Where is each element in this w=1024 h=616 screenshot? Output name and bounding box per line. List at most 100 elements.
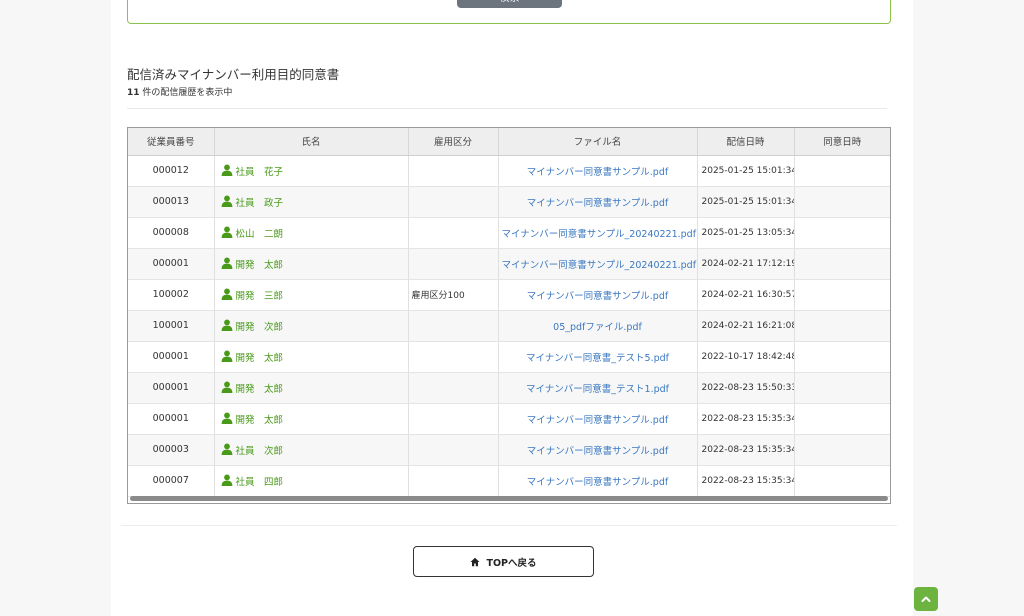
- employee-name-link[interactable]: 松山 二朗: [214, 217, 409, 249]
- agreed-at-cell: [794, 217, 890, 249]
- agreed-at-cell: [794, 248, 890, 280]
- employee-name: 社員 花子: [235, 166, 284, 178]
- employee-name-link[interactable]: 社員 四郎: [214, 465, 409, 497]
- column-header-employment-type[interactable]: 雇用区分: [408, 128, 499, 156]
- back-to-top-button[interactable]: TOPへ戻る: [413, 546, 594, 577]
- employee-id-cell: 000001: [128, 403, 215, 435]
- employee-name-link[interactable]: 開発 太郎: [214, 403, 409, 435]
- person-icon: [221, 226, 232, 238]
- employee-id-cell: 000001: [128, 372, 215, 404]
- column-header-employee-id[interactable]: 従業員番号: [128, 128, 215, 156]
- agreed-at-cell: [794, 465, 890, 497]
- employee-name-link[interactable]: 開発 太郎: [214, 341, 409, 373]
- person-icon: [221, 381, 232, 393]
- person-icon: [221, 443, 232, 455]
- table-row: 000012 社員 花子 マイナンバー同意書サンプル.pdf 2025-01-25 1…: [128, 155, 890, 187]
- column-header-file-name[interactable]: ファイル名: [498, 128, 698, 156]
- employee-name-link[interactable]: 社員 次郎: [214, 434, 409, 466]
- divider: [127, 108, 887, 109]
- employment-type-cell: [408, 155, 499, 187]
- table-row: 000001 開発 太郎 マイナンバー同意書_テスト5.pdf 2022-10-17 …: [128, 341, 890, 373]
- employee-id-cell: 000012: [128, 155, 215, 187]
- file-link[interactable]: マイナンバー同意書サンプル.pdf: [498, 403, 698, 435]
- history-count-number: 11: [127, 88, 140, 98]
- agreed-at-cell: [794, 279, 890, 311]
- table-row: 000001 開発 太郎 マイナンバー同意書_テスト1.pdf 2022-08-23 …: [128, 372, 890, 404]
- employment-type-cell: [408, 248, 499, 280]
- employee-name: 開発 三郎: [235, 290, 284, 302]
- agreed-at-cell: [794, 186, 890, 218]
- column-header-agreed-at[interactable]: 同意日時: [794, 128, 890, 156]
- employee-name: 開発 太郎: [235, 414, 284, 426]
- employee-name-link[interactable]: 開発 太郎: [214, 372, 409, 404]
- horizontal-scrollbar[interactable]: [130, 496, 888, 501]
- sent-at-cell: 2024-02-21 16:30:57: [697, 279, 795, 311]
- person-icon: [221, 350, 232, 362]
- employment-type-cell: [408, 186, 499, 218]
- file-link[interactable]: 05_pdfファイル.pdf: [498, 310, 698, 342]
- table-row: 100001 開発 次郎 05_pdfファイル.pdf 2024-02-21 16:2…: [128, 310, 890, 342]
- search-button[interactable]: 検索: [457, 0, 562, 8]
- employee-id-cell: 000003: [128, 434, 215, 466]
- agreed-at-cell: [794, 310, 890, 342]
- sent-at-cell: 2024-02-21 17:12:19: [697, 248, 795, 280]
- employee-id-cell: 100002: [128, 279, 215, 311]
- search-button-label: 検索: [500, 0, 520, 4]
- sent-at-cell: 2022-08-23 15:50:33: [697, 372, 795, 404]
- divider: [121, 525, 897, 526]
- column-header-name[interactable]: 氏名: [214, 128, 409, 156]
- employee-name-link[interactable]: 開発 次郎: [214, 310, 409, 342]
- employee-name: 社員 次郎: [235, 445, 284, 457]
- employee-name-link[interactable]: 開発 三郎: [214, 279, 409, 311]
- sent-at-cell: 2025-01-25 13:05:34: [697, 217, 795, 249]
- employee-name-link[interactable]: 社員 政子: [214, 186, 409, 218]
- employee-name: 社員 政子: [235, 197, 284, 209]
- table-row: 000001 開発 太郎 マイナンバー同意書サンプル_20240221.pdf 202…: [128, 248, 890, 280]
- employment-type-cell: 雇用区分100: [408, 279, 499, 311]
- employee-name: 開発 次郎: [235, 321, 284, 333]
- chevron-up-icon: [921, 596, 931, 602]
- history-count: 11 件の配信履歴を表示中: [127, 85, 232, 98]
- file-link[interactable]: マイナンバー同意書_テスト1.pdf: [498, 372, 698, 404]
- person-icon: [221, 164, 232, 176]
- table-header-row: 従業員番号 氏名 雇用区分 ファイル名 配信日時 同意日時: [128, 128, 890, 156]
- employee-name-link[interactable]: 開発 太郎: [214, 248, 409, 280]
- column-header-sent-at[interactable]: 配信日時: [697, 128, 795, 156]
- back-to-top-label: TOPへ戻る: [486, 557, 537, 569]
- home-icon: [470, 557, 480, 566]
- file-link[interactable]: マイナンバー同意書サンプル.pdf: [498, 279, 698, 311]
- employee-name: 開発 太郎: [235, 259, 284, 271]
- file-link[interactable]: マイナンバー同意書サンプル_20240221.pdf: [498, 248, 698, 280]
- employment-type-cell: [408, 465, 499, 497]
- table-row: 100002 開発 三郎 雇用区分100 マイナンバー同意書サンプル.pdf 2024-…: [128, 279, 890, 311]
- history-count-text: 件の配信履歴を表示中: [139, 88, 233, 98]
- employee-id-cell: 000007: [128, 465, 215, 497]
- person-icon: [221, 412, 232, 424]
- agreed-at-cell: [794, 341, 890, 373]
- employee-name: 開発 太郎: [235, 383, 284, 395]
- sent-at-cell: 2022-10-17 18:42:48: [697, 341, 795, 373]
- employee-name: 社員 四郎: [235, 476, 284, 488]
- employee-id-cell: 000001: [128, 248, 215, 280]
- employee-id-cell: 000001: [128, 341, 215, 373]
- agreed-at-cell: [794, 372, 890, 404]
- scroll-to-top-button[interactable]: [914, 587, 938, 611]
- history-table: 従業員番号 氏名 雇用区分 ファイル名 配信日時 同意日時 000012 社員 花…: [127, 127, 891, 504]
- file-link[interactable]: マイナンバー同意書サンプル.pdf: [498, 465, 698, 497]
- file-link[interactable]: マイナンバー同意書サンプル.pdf: [498, 155, 698, 187]
- person-icon: [221, 288, 232, 300]
- page-title: 配信済みマイナンバー利用目的同意書: [127, 67, 340, 82]
- employee-name-link[interactable]: 社員 花子: [214, 155, 409, 187]
- table-row: 000013 社員 政子 マイナンバー同意書サンプル.pdf 2025-01-25 1…: [128, 186, 890, 218]
- employee-name: 松山 二朗: [235, 228, 284, 240]
- file-link[interactable]: マイナンバー同意書_テスト5.pdf: [498, 341, 698, 373]
- person-icon: [221, 319, 232, 331]
- employment-type-cell: [408, 372, 499, 404]
- file-link[interactable]: マイナンバー同意書サンプル.pdf: [498, 434, 698, 466]
- agreed-at-cell: [794, 434, 890, 466]
- employee-name: 開発 太郎: [235, 352, 284, 364]
- employment-type-cell: [408, 403, 499, 435]
- file-link[interactable]: マイナンバー同意書サンプル.pdf: [498, 186, 698, 218]
- employment-type-cell: [408, 341, 499, 373]
- file-link[interactable]: マイナンバー同意書サンプル_20240221.pdf: [498, 217, 698, 249]
